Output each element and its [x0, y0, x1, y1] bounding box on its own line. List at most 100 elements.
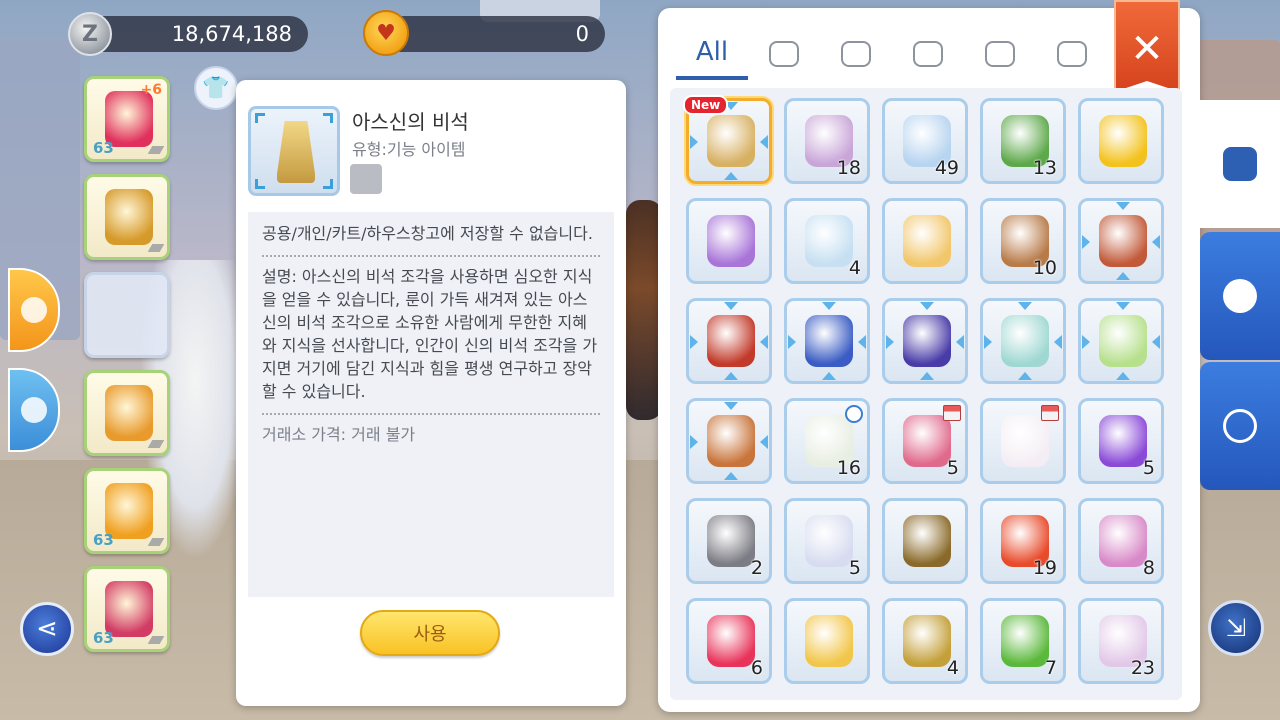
npc-character	[626, 200, 662, 420]
inventory-item-asgod-stele[interactable]: New	[683, 95, 772, 184]
inventory-item-hex-stone[interactable]: 5	[784, 498, 870, 584]
slot-corner-icon	[147, 538, 165, 546]
tab-heart[interactable]	[748, 28, 820, 80]
tab-card[interactable]	[1036, 28, 1108, 80]
combine-marker	[1116, 372, 1130, 380]
inventory-item-butterfly-wing[interactable]: 18	[784, 98, 870, 184]
exchange-price: 거래소 가격: 거래 불가	[262, 425, 416, 444]
diamond-icon	[985, 41, 1015, 67]
inventory-item-glass-vase[interactable]: 23	[1078, 598, 1164, 684]
inventory-item-gift-box[interactable]	[882, 198, 968, 284]
exit-fullscreen-button[interactable]: ⇲	[1208, 600, 1264, 656]
armor-icon	[105, 189, 153, 245]
pet-bag-icon	[1099, 215, 1147, 267]
inventory-item-leaf[interactable]: 13	[980, 98, 1066, 184]
equipment-slot-wings[interactable]: 63 +6	[84, 76, 170, 162]
refine-level: 63	[93, 629, 114, 647]
mystery-coin-icon	[1099, 115, 1147, 167]
magic-side-tab[interactable]	[1200, 362, 1280, 490]
inventory-item-blue-case[interactable]	[784, 298, 870, 384]
combine-marker	[822, 302, 836, 310]
inventory-item-pink-folder[interactable]: 5	[882, 398, 968, 484]
combine-marker	[984, 335, 992, 349]
equipment-slot-ring-red[interactable]: 63	[84, 566, 170, 652]
tab-all[interactable]: All	[676, 28, 748, 80]
frame-corner	[323, 113, 333, 123]
candy-icon	[707, 615, 755, 667]
slot-corner-icon	[147, 146, 165, 154]
card-icon	[1057, 41, 1087, 67]
inventory-item-fruit-husk[interactable]	[882, 498, 968, 584]
inventory-item-potion-flask[interactable]: 5	[1078, 398, 1164, 484]
inventory-item-lucky-box[interactable]	[1078, 298, 1164, 384]
inventory-item-red-book[interactable]	[686, 298, 772, 384]
inventory-item-iron-pot[interactable]: 2	[686, 498, 772, 584]
bag-side-tab[interactable]	[1200, 100, 1280, 228]
combine-marker	[690, 335, 698, 349]
share-button[interactable]: ⋖	[20, 602, 74, 656]
inventory-item-backpack[interactable]	[686, 398, 772, 484]
tab-shirt[interactable]	[820, 28, 892, 80]
combine-marker	[1116, 302, 1130, 310]
use-button[interactable]: 사용	[360, 610, 500, 656]
combine-marker	[886, 335, 894, 349]
combine-marker	[1018, 302, 1032, 310]
item-description-box: 공용/개인/카트/하우스창고에 저장할 수 없습니다. 설명: 아스신의 비석 …	[248, 212, 614, 597]
inventory-item-apple-drink[interactable]: 19	[980, 498, 1066, 584]
inventory-item-coin-bag[interactable]: 10	[980, 198, 1066, 284]
person-icon	[21, 397, 47, 423]
combine-marker	[920, 372, 934, 380]
inventory-item-pet-bag[interactable]	[1078, 198, 1164, 284]
inventory-item-golden-pear[interactable]	[784, 598, 870, 684]
inventory-item-green-bottle[interactable]: 7	[980, 598, 1066, 684]
frame-corner	[255, 179, 265, 189]
item-quantity: 5	[1142, 457, 1155, 479]
money-bag-icon	[1223, 279, 1257, 313]
zeny-bag-side-tab[interactable]	[1200, 232, 1280, 360]
tab-diamond[interactable]	[964, 28, 1036, 80]
blue-case-icon	[805, 315, 853, 367]
inventory-item-fly-wing[interactable]: 49	[882, 98, 968, 184]
inventory-item-flower-wreath[interactable]: 16	[784, 398, 870, 484]
shirt-icon	[841, 41, 871, 67]
inventory-item-egg-box[interactable]	[980, 298, 1066, 384]
combine-marker	[760, 135, 768, 149]
item-quantity: 49	[934, 157, 959, 179]
combine-marker	[1082, 335, 1090, 349]
pink-folder-icon	[903, 415, 951, 467]
combine-marker	[1082, 235, 1090, 249]
costume-toggle-button[interactable]: 👕	[194, 66, 238, 110]
inventory-item-white-cube[interactable]	[980, 398, 1066, 484]
close-button[interactable]: ✕	[1114, 0, 1180, 92]
combine-marker	[760, 435, 768, 449]
inventory-item-pink-bud[interactable]: 8	[1078, 498, 1164, 584]
purple-orbs-icon	[707, 215, 755, 267]
inventory-item-purple-orbs[interactable]	[686, 198, 772, 284]
combine-marker	[956, 335, 964, 349]
equipment-slot-ring-gold[interactable]: 63	[84, 468, 170, 554]
slot-corner-icon	[147, 440, 165, 448]
egg-box-icon	[1001, 315, 1049, 367]
inventory-item-candy[interactable]: 6	[686, 598, 772, 684]
asgod-stele-icon	[707, 115, 755, 167]
tab-potion[interactable]	[892, 28, 964, 80]
inventory-item-mystery-coin[interactable]	[1078, 98, 1164, 184]
zeny-coin-icon: Z	[68, 12, 112, 56]
inventory-item-honey-jar[interactable]: 4	[882, 598, 968, 684]
new-badge: New	[683, 95, 729, 115]
clock-icon	[845, 405, 863, 423]
inventory-item-holo-box[interactable]: 4	[784, 198, 870, 284]
item-detail-icon	[248, 106, 340, 196]
equipment-slot-cape-empty[interactable]	[84, 272, 170, 358]
heart-icon	[769, 41, 799, 67]
equipment-slot-boots[interactable]	[84, 370, 170, 456]
combine-marker	[858, 335, 866, 349]
item-quantity: 4	[946, 657, 959, 679]
inventory-item-magic-drum[interactable]	[882, 298, 968, 384]
refine-level: 63	[93, 531, 114, 549]
combine-marker	[788, 335, 796, 349]
item-quantity: 10	[1032, 257, 1057, 279]
golden-pear-icon	[805, 615, 853, 667]
equipment-slot-armor[interactable]	[84, 174, 170, 260]
hexagram-icon	[1223, 409, 1257, 443]
